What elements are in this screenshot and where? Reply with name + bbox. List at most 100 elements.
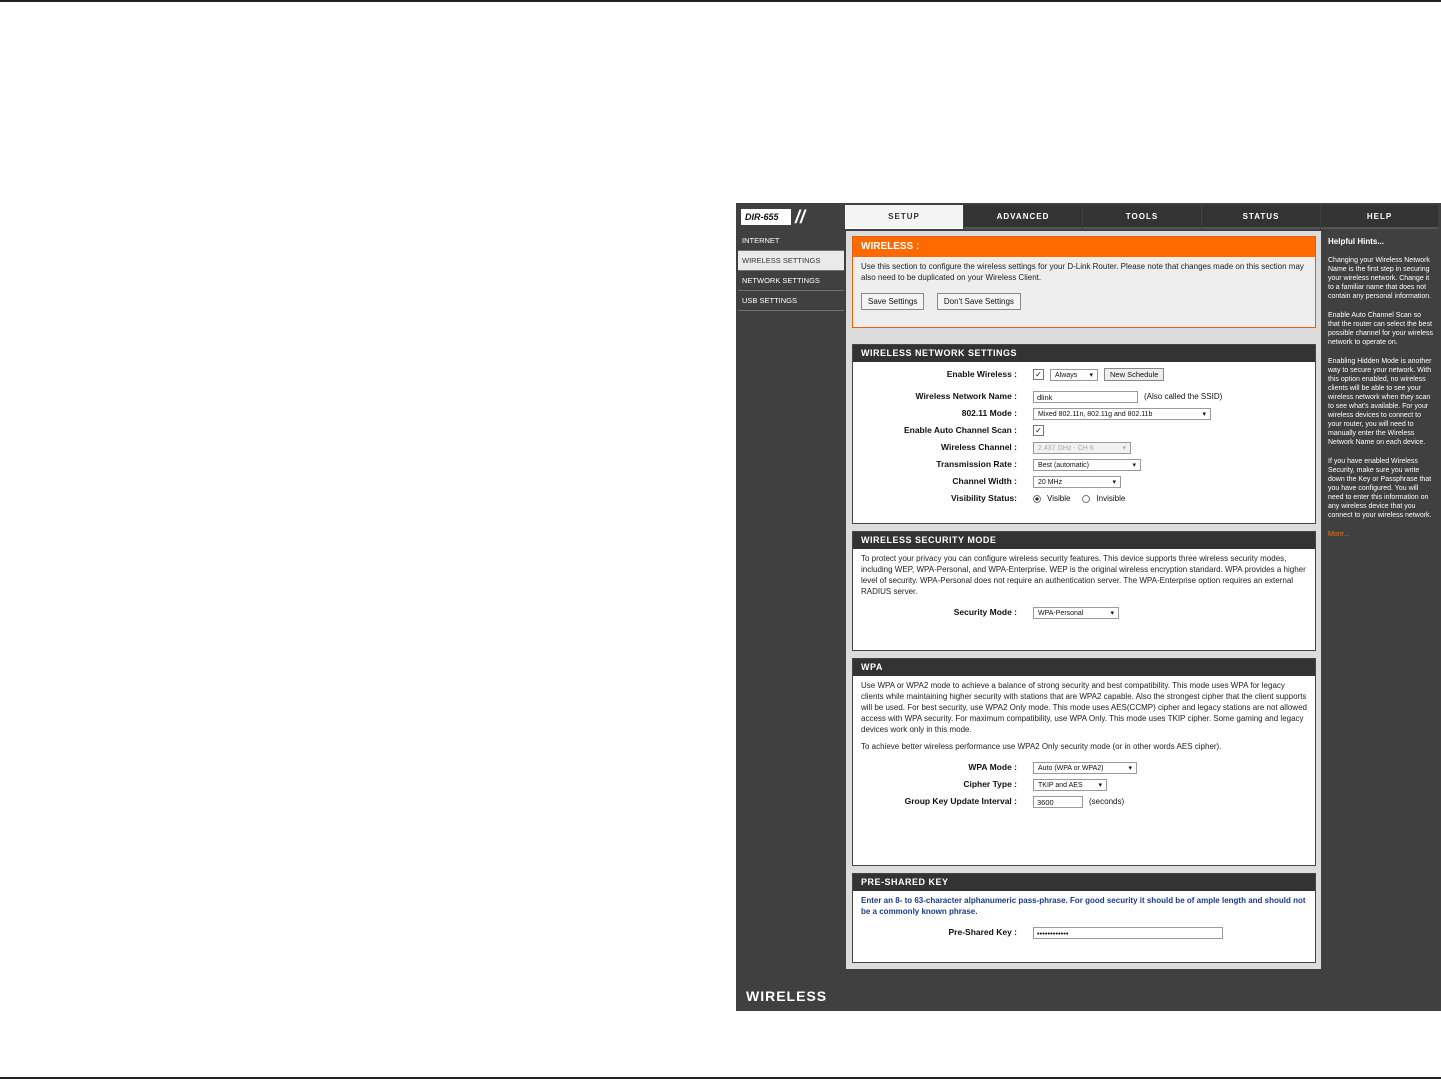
mode-value: Mixed 802.11n, 802.11g and 802.11b: [1038, 410, 1153, 418]
chevron-down-icon: ▾: [1089, 371, 1093, 379]
enable-wireless-label: Enable Wireless :: [946, 369, 1017, 379]
chevron-down-icon: ▾: [1112, 478, 1116, 486]
ssid-label: Wireless Network Name :: [915, 391, 1018, 401]
psk-label: Pre-Shared Key :: [948, 927, 1018, 937]
enable-wireless-row: Enable Wireless : ✓ Always ▾ New Schedule: [853, 367, 1315, 384]
width-row: Channel Width : 20 MHz ▾: [853, 474, 1315, 491]
new-schedule-button[interactable]: New Schedule: [1104, 368, 1165, 381]
cipher-label: Cipher Type :: [963, 779, 1017, 789]
top-rule: [0, 0, 1441, 2]
wpa-mode-select[interactable]: Auto (WPA or WPA2) ▾: [1033, 761, 1137, 774]
interval-unit: (seconds): [1089, 797, 1125, 806]
wireless-description: Use this section to configure the wirele…: [861, 262, 1304, 282]
left-nav: INTERNET WIRELESS SETTINGS NETWORK SETTI…: [738, 231, 844, 311]
chevron-down-icon: ▾: [1122, 444, 1126, 452]
visibility-label: Visibility Status:: [951, 493, 1017, 503]
security-mode-box: WIRELESS SECURITY MODE To protect your p…: [852, 531, 1316, 651]
autoscan-label: Enable Auto Channel Scan :: [903, 425, 1017, 435]
rate-value: Best (automatic): [1038, 461, 1089, 469]
security-mode-description: To protect your privacy you can configur…: [861, 554, 1306, 596]
channel-select[interactable]: 2.437 GHz - CH 6 ▾: [1033, 441, 1131, 454]
chevron-down-icon: ▾: [1132, 461, 1136, 469]
interval-row: Group Key Update Interval : 3600 (second…: [853, 794, 1315, 811]
wpa-mode-label: WPA Mode :: [968, 762, 1017, 772]
channel-value: 2.437 GHz - CH 6: [1038, 444, 1094, 452]
help-hint-hidden: Enabling Hidden Mode is another way to s…: [1328, 358, 1432, 446]
help-column: Helpful Hints... Changing your Wireless …: [1323, 231, 1439, 1009]
wpa-mode-value: Auto (WPA or WPA2): [1038, 764, 1104, 772]
autoscan-checkbox[interactable]: ✓: [1033, 425, 1044, 436]
nav-item-internet[interactable]: INTERNET: [738, 231, 844, 251]
security-mode-row: Security Mode : WPA-Personal ▾: [853, 605, 1315, 622]
security-mode-value: WPA-Personal: [1038, 609, 1084, 617]
visibility-row: Visibility Status: Visible Invisible: [853, 491, 1315, 508]
rate-row: Transmission Rate : Best (automatic) ▾: [853, 457, 1315, 474]
wpa-box: WPA Use WPA or WPA2 mode to achieve a ba…: [852, 658, 1316, 866]
section-footer-label: WIRELESS: [746, 988, 828, 1004]
tab-help[interactable]: HELP: [1321, 205, 1438, 229]
main-content: WIRELESS : Use this section to configure…: [846, 231, 1321, 969]
help-title: Helpful Hints...: [1328, 237, 1384, 246]
help-hint-ssid: Changing your Wireless Network Name is t…: [1328, 257, 1432, 300]
schedule-select[interactable]: Always ▾: [1050, 368, 1098, 381]
wpa-description-2: To achieve better wireless performance u…: [861, 742, 1222, 751]
tab-setup[interactable]: SETUP: [845, 205, 963, 229]
interval-input[interactable]: 3600: [1033, 795, 1083, 808]
ssid-input[interactable]: dlink: [1033, 390, 1138, 403]
enable-wireless-checkbox[interactable]: ✓: [1033, 369, 1044, 380]
security-mode-select[interactable]: WPA-Personal ▾: [1033, 606, 1119, 619]
width-value: 20 MHz: [1038, 478, 1063, 486]
psk-row: Pre-Shared Key : ••••••••••••: [853, 925, 1315, 942]
mode-select[interactable]: Mixed 802.11n, 802.11g and 802.11b ▾: [1033, 407, 1211, 420]
wpa-title: WPA: [853, 659, 1315, 676]
width-select[interactable]: 20 MHz ▾: [1033, 475, 1121, 488]
chevron-down-icon: ▾: [1110, 609, 1114, 617]
save-settings-button[interactable]: Save Settings: [861, 293, 925, 310]
help-hint-autoscan: Enable Auto Channel Scan so that the rou…: [1328, 312, 1434, 346]
psk-box: PRE-SHARED KEY Enter an 8- to 63-charact…: [852, 873, 1316, 963]
autoscan-row: Enable Auto Channel Scan : ✓: [853, 423, 1315, 440]
channel-row: Wireless Channel : 2.437 GHz - CH 6 ▾: [853, 440, 1315, 457]
help-hint-security: If you have enabled Wireless Security, m…: [1328, 458, 1432, 519]
interval-label: Group Key Update Interval :: [904, 796, 1017, 806]
wireless-title: WIRELESS :: [853, 237, 1315, 257]
nav-item-usb-settings[interactable]: USB SETTINGS: [738, 291, 844, 311]
top-tabs: SETUP ADVANCED TOOLS STATUS HELP: [845, 205, 1439, 229]
cipher-select[interactable]: TKIP and AES ▾: [1033, 778, 1107, 791]
ssid-note: (Also called the SSID): [1144, 392, 1223, 401]
visible-radio[interactable]: [1033, 494, 1041, 503]
router-screenshot: DIR-655 // SETUP ADVANCED TOOLS STATUS H…: [736, 203, 1441, 1011]
invisible-label: Invisible: [1096, 494, 1126, 503]
tab-tools[interactable]: TOOLS: [1083, 205, 1201, 229]
channel-label: Wireless Channel :: [941, 442, 1017, 452]
chevron-down-icon: ▾: [1128, 764, 1132, 772]
security-mode-title: WIRELESS SECURITY MODE: [853, 532, 1315, 549]
model-logo: DIR-655 //: [738, 205, 844, 229]
wpa-mode-row: WPA Mode : Auto (WPA or WPA2) ▾: [853, 760, 1315, 777]
cipher-value: TKIP and AES: [1038, 781, 1083, 789]
rate-label: Transmission Rate :: [936, 459, 1017, 469]
psk-title: PRE-SHARED KEY: [853, 874, 1315, 891]
nav-item-network-settings[interactable]: NETWORK SETTINGS: [738, 271, 844, 291]
rate-select[interactable]: Best (automatic) ▾: [1033, 458, 1141, 471]
save-buttons-row: Save Settings Don't Save Settings: [853, 287, 1315, 310]
wireless-intro-box: WIRELESS : Use this section to configure…: [852, 236, 1316, 328]
model-label: DIR-655: [741, 209, 791, 225]
mode-row: 802.11 Mode : Mixed 802.11n, 802.11g and…: [853, 406, 1315, 423]
chevron-down-icon: ▾: [1202, 410, 1206, 418]
nav-item-wireless-settings[interactable]: WIRELESS SETTINGS: [738, 251, 844, 271]
mode-label: 802.11 Mode :: [961, 408, 1017, 418]
tab-status[interactable]: STATUS: [1202, 205, 1320, 229]
invisible-radio[interactable]: [1082, 494, 1091, 503]
dont-save-settings-button[interactable]: Don't Save Settings: [936, 293, 1021, 310]
help-more-link[interactable]: More...: [1328, 530, 1434, 539]
ssid-row: Wireless Network Name : dlink (Also call…: [853, 389, 1315, 406]
tab-advanced[interactable]: ADVANCED: [964, 205, 1082, 229]
network-settings-box: WIRELESS NETWORK SETTINGS Enable Wireles…: [852, 344, 1316, 524]
schedule-value: Always: [1055, 371, 1078, 379]
security-mode-label: Security Mode :: [953, 607, 1017, 617]
chevron-down-icon: ▾: [1098, 781, 1102, 789]
psk-input[interactable]: ••••••••••••: [1033, 926, 1223, 939]
wpa-description: Use WPA or WPA2 mode to achieve a balanc…: [861, 681, 1307, 734]
width-label: Channel Width :: [952, 476, 1017, 486]
